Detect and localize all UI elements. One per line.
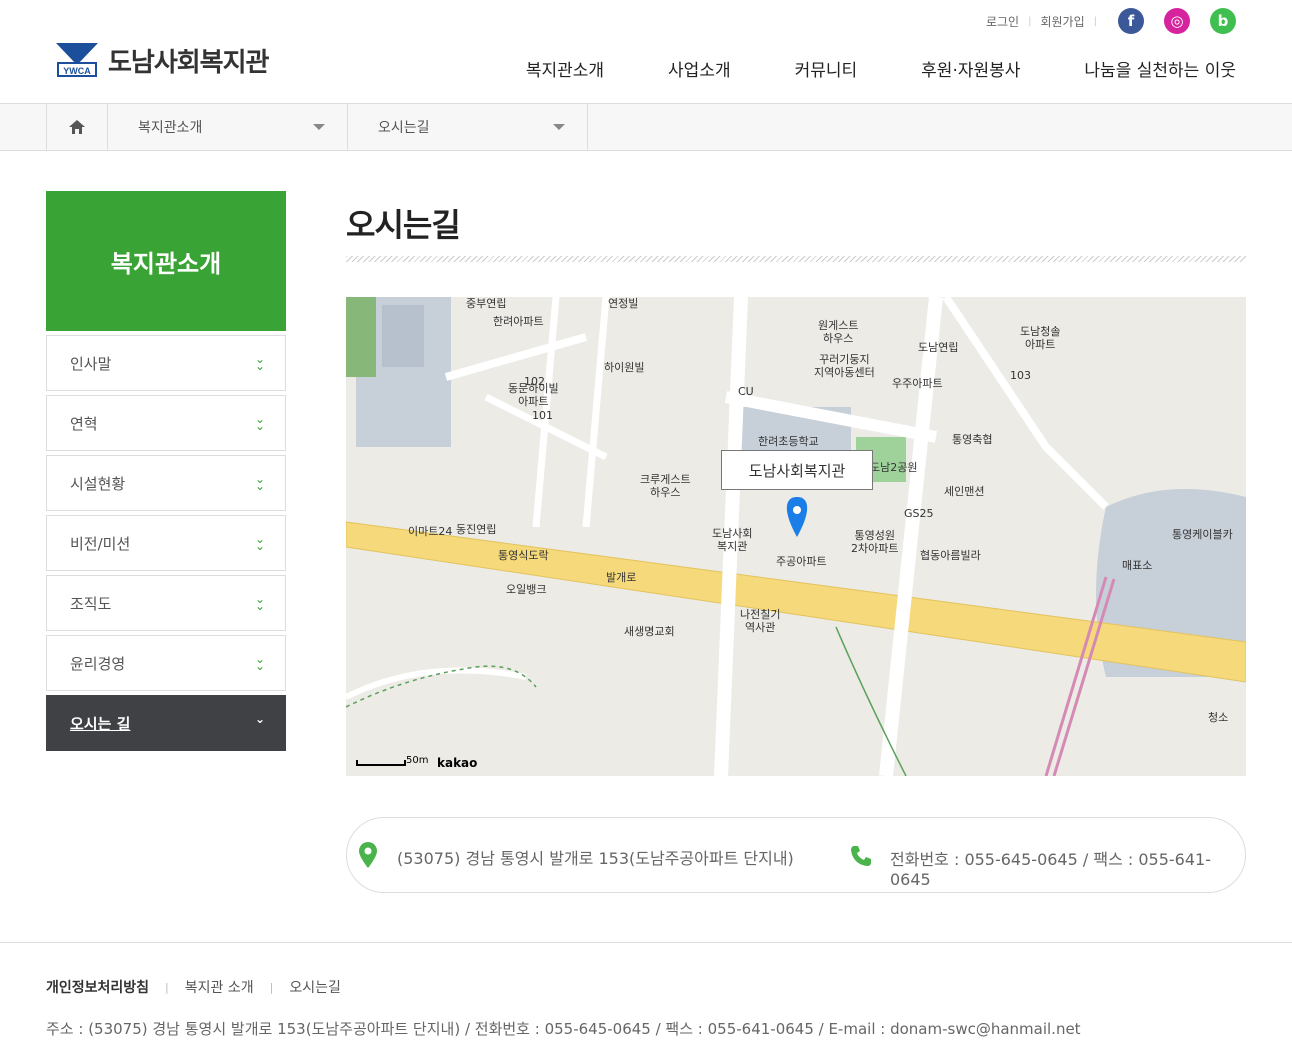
- footer-link-2[interactable]: 복지관 소개: [185, 977, 254, 997]
- site-logo[interactable]: YWCA 도남사회복지관: [56, 42, 269, 79]
- sidebar-item-label: 연혁: [70, 414, 98, 433]
- contact-info-box: (53075) 경남 통영시 발개로 153(도남주공아파트 단지내) 전화번호…: [346, 817, 1246, 893]
- map-place-label[interactable]: 발개로: [606, 571, 636, 584]
- map-place-label[interactable]: 한려초등학교: [758, 435, 819, 448]
- map-place-label[interactable]: 주공아파트: [776, 555, 827, 568]
- map-place-label[interactable]: 101: [532, 409, 553, 422]
- sidebar-item-3[interactable]: 시설현황 ⌄ ⌄: [46, 455, 286, 511]
- map-place-label[interactable]: 한려아파트: [493, 315, 544, 328]
- map-scale: 50m: [356, 755, 428, 766]
- map-place-label[interactable]: CU: [738, 385, 754, 398]
- map-place-label[interactable]: 꾸러기둥지 지역아동센터: [814, 353, 875, 379]
- gnb-item-2[interactable]: 사업소개: [668, 56, 731, 81]
- sidebar-item-label: 오시는 길: [70, 714, 131, 733]
- map-place-label[interactable]: 102: [524, 375, 545, 388]
- gnb-item-4[interactable]: 후원·자원봉사: [921, 56, 1020, 81]
- location-map[interactable]: 중부연립 연정빌 한려아파트 하이원빌 동문하이빌 아파트 102 101 원게스트 하우스 도…: [346, 297, 1246, 776]
- footer-link-3[interactable]: 오시는길: [289, 977, 341, 997]
- utility-nav: 로그인 | 회원가입 | f ◎ b: [986, 8, 1236, 34]
- blog-icon[interactable]: b: [1210, 8, 1236, 34]
- phone-fax-text: 전화번호 : 055-645-0645 / 팩스 : 055-641-0645: [890, 850, 1211, 889]
- chevron-down-icon: ⌄: [254, 712, 265, 726]
- phone-icon: [851, 846, 871, 866]
- map-place-label[interactable]: 청소: [1208, 711, 1228, 724]
- map-place-label[interactable]: 통영성원 2차아파트: [851, 529, 898, 555]
- chevron-down-icon: ⌄ ⌄: [254, 472, 265, 493]
- breadcrumb-level2-select[interactable]: 오시는길: [348, 104, 588, 150]
- join-link[interactable]: 회원가입: [1040, 13, 1084, 30]
- sidebar-item-6[interactable]: 윤리경영 ⌄ ⌄: [46, 635, 286, 691]
- map-place-label[interactable]: 도남연립: [918, 341, 958, 354]
- home-icon[interactable]: [46, 104, 108, 150]
- sidebar-item-1[interactable]: 인사말 ⌄ ⌄: [46, 335, 286, 391]
- map-place-label[interactable]: 원게스트 하우스: [818, 319, 858, 345]
- map-place-label[interactable]: 세인맨션: [944, 485, 984, 498]
- sidebar-item-label: 비전/미션: [70, 534, 131, 553]
- title-divider: [346, 256, 1246, 262]
- footer-links: 개인정보처리방침 | 복지관 소개 | 오시는길: [46, 977, 341, 997]
- address-text: (53075) 경남 통영시 발개로 153(도남주공아파트 단지내): [397, 849, 794, 868]
- instagram-icon[interactable]: ◎: [1164, 8, 1190, 34]
- site-name: 도남사회복지관: [108, 48, 269, 78]
- sidebar-title: 복지관소개: [46, 191, 286, 331]
- map-place-label[interactable]: 이마트24: [408, 525, 452, 538]
- gnb-item-1[interactable]: 복지관소개: [526, 56, 604, 81]
- facebook-icon[interactable]: f: [1118, 8, 1144, 34]
- page-title: 오시는길: [346, 206, 461, 244]
- sidebar-item-label: 인사말: [70, 354, 112, 373]
- sidebar-item-4[interactable]: 비전/미션 ⌄ ⌄: [46, 515, 286, 571]
- map-place-label[interactable]: 통영케이블카: [1172, 528, 1233, 541]
- map-place-label[interactable]: 103: [1010, 369, 1031, 382]
- login-link[interactable]: 로그인: [986, 13, 1019, 30]
- sidebar-item-label: 시설현황: [70, 474, 126, 493]
- footer-link-1[interactable]: 개인정보처리방침: [46, 977, 149, 997]
- map-place-label[interactable]: 하이원빌: [604, 361, 644, 374]
- chevron-down-icon: ⌄ ⌄: [254, 652, 265, 673]
- map-place-label[interactable]: 연정빌: [608, 297, 638, 310]
- map-place-label[interactable]: 도남사회 복지관: [712, 527, 752, 553]
- map-info-popup[interactable]: 도남사회복지관: [721, 450, 873, 490]
- gnb-item-5[interactable]: 나눔을 실천하는 이웃: [1084, 56, 1236, 81]
- map-place-label[interactable]: 통영축협: [952, 433, 992, 446]
- map-place-label[interactable]: 새생명교회: [624, 625, 675, 638]
- chevron-down-icon: ⌄ ⌄: [254, 592, 265, 613]
- footer-address: 주소 : (53075) 경남 통영시 발개로 153(도남주공아파트 단지내)…: [46, 1020, 1081, 1038]
- location-pin-icon: [359, 842, 377, 868]
- sidebar-item-label: 조직도: [70, 594, 112, 613]
- site-header: YWCA 도남사회복지관 로그인 | 회원가입 | f ◎ b 복지관소개 사업소개 커…: [0, 0, 1292, 104]
- svg-text:YWCA: YWCA: [63, 66, 91, 76]
- sidebar-item-7[interactable]: 오시는 길 ⌄: [46, 695, 286, 751]
- chevron-down-icon: ⌄ ⌄: [254, 412, 265, 433]
- sns-links: f ◎ b: [1118, 8, 1236, 34]
- caret-down-icon: [553, 124, 565, 130]
- sidebar-item-label: 윤리경영: [70, 654, 126, 673]
- map-place-label[interactable]: 크루게스트 하우스: [640, 473, 691, 499]
- map-place-label[interactable]: GS25: [904, 507, 934, 520]
- chevron-down-icon: ⌄ ⌄: [254, 352, 265, 373]
- ywca-logo-icon: YWCA: [56, 42, 98, 79]
- main-nav: 복지관소개 사업소개 커뮤니티 후원·자원봉사 나눔을 실천하는 이웃: [526, 56, 1236, 81]
- map-place-label[interactable]: 우주아파트: [892, 377, 943, 390]
- map-place-label[interactable]: 동진연립: [456, 523, 496, 536]
- caret-down-icon: [313, 124, 325, 130]
- chevron-down-icon: ⌄ ⌄: [254, 532, 265, 553]
- gnb-item-3[interactable]: 커뮤니티: [795, 56, 858, 81]
- breadcrumb: 복지관소개 오시는길: [0, 104, 1292, 151]
- map-place-label[interactable]: 도남청솔 아파트: [1020, 325, 1060, 351]
- map-provider-logo: kakao: [437, 756, 478, 770]
- site-footer: 개인정보처리방침 | 복지관 소개 | 오시는길 주소 : (53075) 경남 통영시…: [0, 942, 1292, 1050]
- map-place-label[interactable]: 도남2공원: [870, 461, 917, 474]
- map-place-label[interactable]: 통영식도락: [498, 549, 549, 562]
- map-place-label[interactable]: 오일뱅크: [506, 583, 546, 596]
- map-place-label[interactable]: 중부연립: [466, 297, 506, 310]
- map-base: [346, 297, 1246, 776]
- sidebar-item-5[interactable]: 조직도 ⌄ ⌄: [46, 575, 286, 631]
- map-place-label[interactable]: 나전칠기 역사관: [740, 608, 780, 634]
- breadcrumb-level1-select[interactable]: 복지관소개: [108, 104, 348, 150]
- sidebar-item-2[interactable]: 연혁 ⌄ ⌄: [46, 395, 286, 451]
- map-place-label[interactable]: 협동아름빌라: [920, 549, 981, 562]
- map-place-label[interactable]: 매표소: [1122, 559, 1152, 572]
